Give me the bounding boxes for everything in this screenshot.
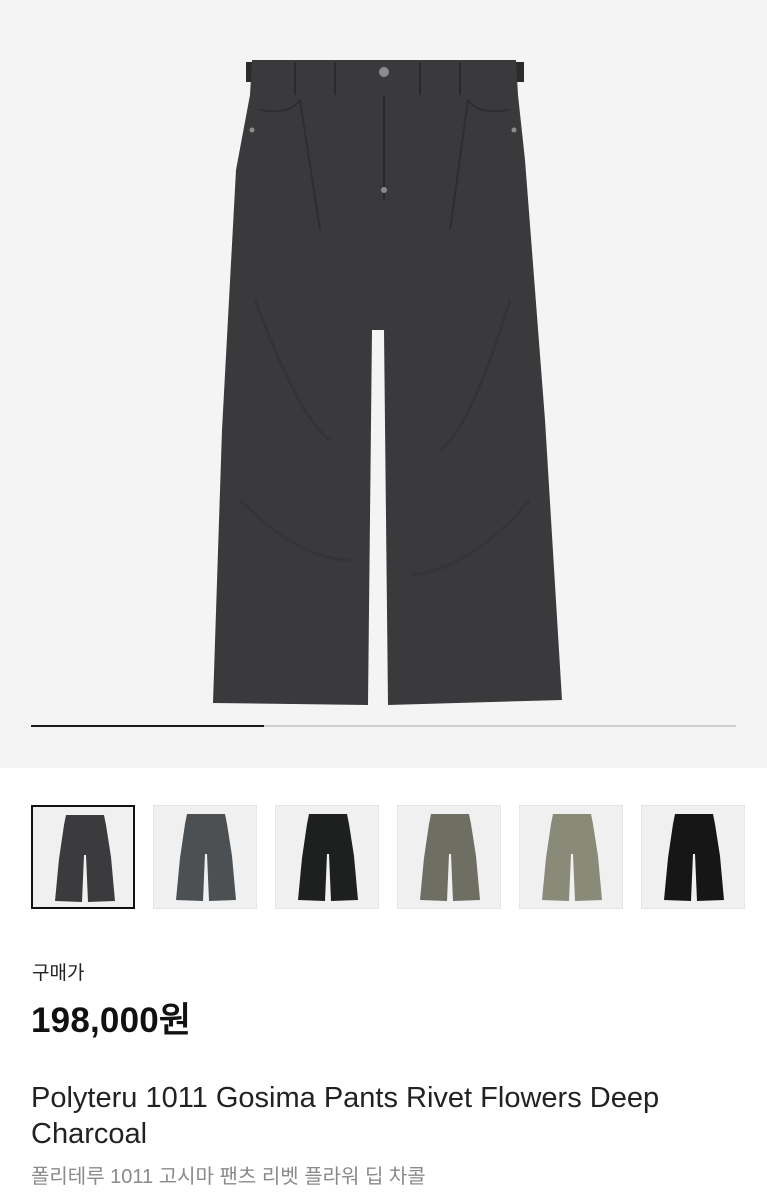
pants-thumb-black-washed-icon [298, 814, 358, 901]
thumbnail-item[interactable] [519, 805, 623, 909]
thumbnail-item[interactable] [275, 805, 379, 909]
pants-thumb-khaki-icon [542, 814, 602, 901]
product-image-carousel[interactable] [0, 0, 767, 768]
thumbnail-item[interactable] [641, 805, 745, 909]
thumbnail-item[interactable] [397, 805, 501, 909]
thumbnail-strip[interactable] [31, 805, 767, 912]
carousel-progress-bar [31, 725, 736, 727]
pants-thumb-black-icon [664, 814, 724, 901]
price-label: 구매가 [32, 963, 85, 984]
pants-thumb-olive-grey-icon [420, 814, 480, 901]
product-title: Polyteru 1011 Gosima Pants Rivet Flowers… [31, 1082, 660, 1150]
pants-photo-icon [213, 60, 562, 705]
carousel-progress-fill [31, 725, 264, 727]
thumbnail-item[interactable] [31, 805, 135, 909]
pants-thumb-grey-icon [176, 814, 236, 901]
pants-thumb-deep-charcoal-icon [55, 815, 115, 902]
thumbnail-item[interactable] [153, 805, 257, 909]
price-value: 198,000원 [31, 1001, 192, 1040]
product-subtitle-korean: 폴리테루 1011 고시마 팬츠 리벳 플라워 딥 차콜 [31, 1166, 426, 1188]
